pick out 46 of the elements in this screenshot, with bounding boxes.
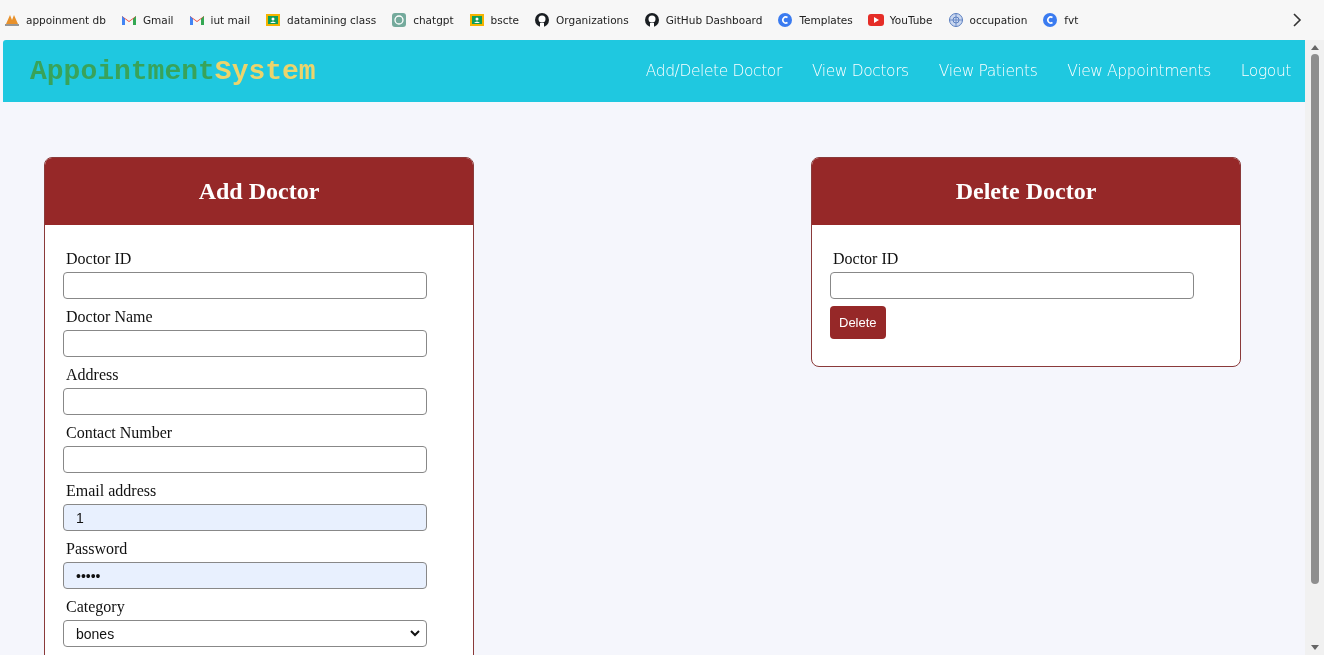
delete-button[interactable]: Delete [830,306,886,339]
field-label: Doctor Name [66,307,153,327]
bookmark-link[interactable]: bscte [468,12,520,28]
bookmark-link[interactable]: occupation [947,12,1028,28]
bookmark-link[interactable]: appoinment db [4,12,106,28]
globe-icon [947,12,964,28]
category-dropdown[interactable]: bones [63,620,427,647]
field-label: Doctor ID [66,249,132,269]
scrollbar-thumb[interactable] [1310,54,1319,584]
bookmark-link[interactable]: Gmail [120,12,174,28]
bookmark-link[interactable]: Templates [777,12,853,28]
chatgpt-icon [391,12,408,28]
canva-icon [777,12,794,28]
input-field[interactable] [830,272,1194,299]
bookmark-link[interactable]: YouTube [867,12,933,28]
scrollbar[interactable] [1305,40,1324,655]
youtube-icon [867,12,884,28]
github-icon [534,12,551,28]
canva-icon [1042,12,1059,28]
field-label: Password [66,539,128,559]
scroll-up-icon[interactable] [1310,44,1319,50]
bookmark-link[interactable]: GitHub Dashboard [643,12,763,28]
bookmark-link[interactable]: Organizations [534,12,629,28]
bookmark-link[interactable]: iut mail [188,12,251,28]
card-title: Add Doctor [45,158,473,225]
chevron-down-icon [410,630,420,637]
card-title: Delete Doctor [812,158,1240,225]
scroll-down-icon[interactable] [1310,645,1319,651]
input-field[interactable] [63,272,427,299]
input-field[interactable] [63,446,427,473]
input-field[interactable]: ••••• [63,562,427,589]
field-label: Doctor ID [833,249,899,269]
field-label: Contact Number [66,423,173,443]
classroom-icon [265,12,282,28]
input-field[interactable] [63,330,427,357]
bookmark-link[interactable]: chatgpt [391,12,454,28]
classroom-icon [468,12,485,28]
field-label: Email address [66,481,157,501]
input-field[interactable]: 1 [63,504,427,531]
github-icon [643,12,660,28]
chevron-right-icon[interactable] [1292,13,1302,27]
input-field[interactable] [63,388,427,415]
field-label: Address [66,365,119,385]
bookmark-link[interactable]: fvt [1042,12,1079,28]
bookmark-link[interactable]: datamining class [265,12,377,28]
field-label: Category [66,597,125,617]
